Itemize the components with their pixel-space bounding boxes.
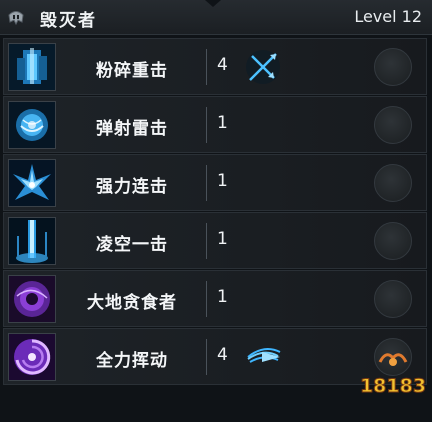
character-level: Level 12 — [354, 7, 422, 26]
skill-row-3[interactable]: 强力连击 1 — [3, 154, 427, 211]
skill-level: 1 — [217, 113, 228, 133]
skill-row-2[interactable]: 弹射雷击 1 — [3, 96, 427, 153]
crossed-arrows-icon — [246, 50, 280, 84]
divider — [206, 339, 207, 375]
skill-name: 全力挥动 — [96, 351, 168, 371]
skill-level: 1 — [217, 229, 228, 249]
rune-slot[interactable] — [374, 164, 412, 202]
divider — [206, 107, 207, 143]
skill-row-5[interactable]: 大地贪食者 1 — [3, 270, 427, 327]
skill-name: 强力连击 — [96, 177, 168, 197]
skill-level: 1 — [217, 287, 228, 307]
crystal-wall-icon — [8, 43, 56, 91]
lightning-ball-icon — [8, 101, 56, 149]
skill-name: 粉碎重击 — [96, 61, 168, 81]
divider — [206, 223, 207, 259]
site-logo: 18183 — [360, 353, 426, 398]
rune-slot[interactable] — [374, 48, 412, 86]
skill-level: 4 — [217, 345, 228, 365]
svg-text:18183: 18183 — [360, 375, 426, 397]
skill-level: 4 — [217, 55, 228, 75]
helmet-icon — [8, 11, 24, 26]
skill-row-4[interactable]: 凌空一击 1 — [3, 212, 427, 269]
earth-vortex-icon — [8, 275, 56, 323]
sky-strike-icon — [8, 217, 56, 265]
ice-burst-icon — [8, 159, 56, 207]
divider — [206, 281, 207, 317]
purple-vortex-icon — [8, 333, 56, 381]
class-title: 毁灭者 — [40, 11, 97, 31]
header-bar: 毁灭者 Level 12 — [0, 0, 432, 35]
skill-name: 凌空一击 — [96, 235, 168, 255]
skill-level: 1 — [217, 171, 228, 191]
header-notch — [205, 0, 221, 7]
rune-slot[interactable] — [374, 280, 412, 318]
divider — [206, 165, 207, 201]
skill-name: 弹射雷击 — [96, 119, 168, 139]
skill-row-1[interactable]: 粉碎重击 4 — [3, 38, 427, 95]
divider — [206, 49, 207, 85]
rune-slot[interactable] — [374, 222, 412, 260]
skill-name: 大地贪食者 — [87, 293, 177, 313]
blade-swing-icon — [247, 347, 281, 363]
rune-slot[interactable] — [374, 106, 412, 144]
